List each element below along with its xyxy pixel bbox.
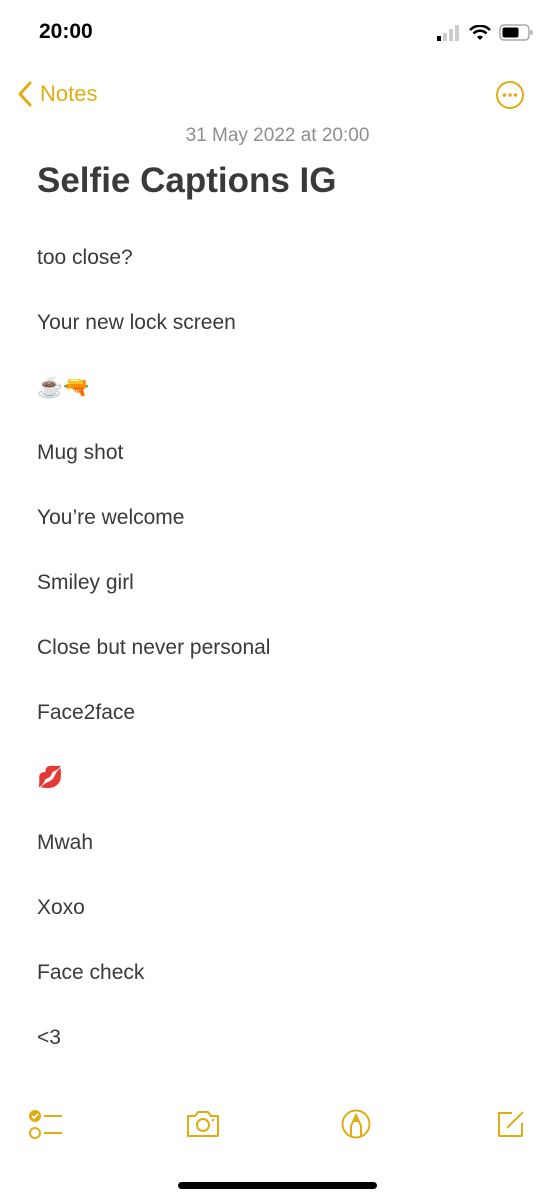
home-indicator[interactable] <box>178 1182 377 1189</box>
note-line: Your new lock screen <box>37 311 236 334</box>
note-date: 31 May 2022 at 20:00 <box>185 125 370 146</box>
note-line: Smiley girl <box>37 571 134 594</box>
status-icons <box>437 24 533 41</box>
note-line: <3 <box>37 1026 61 1049</box>
note-title[interactable]: Selfie Captions IG <box>37 161 337 201</box>
checklist-icon[interactable] <box>28 1108 64 1142</box>
note-line: ☕🔫 <box>37 376 90 399</box>
battery-icon <box>499 24 533 41</box>
chevron-left-icon <box>18 81 32 107</box>
bottom-toolbar <box>0 1108 555 1144</box>
note-line: Face2face <box>37 701 136 724</box>
camera-icon[interactable] <box>185 1108 221 1140</box>
status-time: 20:00 <box>39 20 93 43</box>
back-label: Notes <box>40 81 98 106</box>
more-options-icon[interactable] <box>495 80 525 110</box>
note-line: Close but never personal <box>37 636 271 659</box>
markup-icon[interactable] <box>340 1108 372 1140</box>
note-line: Xoxo <box>37 896 85 919</box>
note-line: Mug shot <box>37 441 124 464</box>
note-line: too close? <box>37 246 133 269</box>
note-body[interactable]: too close? Your new lock screen ☕🔫 Mug s… <box>37 245 270 1090</box>
wifi-icon <box>469 24 491 40</box>
note-line: Mwah <box>37 831 94 854</box>
compose-icon[interactable] <box>495 1108 527 1140</box>
note-line: Face check <box>37 961 145 984</box>
note-line: 💋 <box>37 766 64 789</box>
back-button[interactable]: Notes <box>16 80 97 108</box>
note-line: You’re welcome <box>37 506 185 529</box>
signal-icon <box>437 24 459 41</box>
